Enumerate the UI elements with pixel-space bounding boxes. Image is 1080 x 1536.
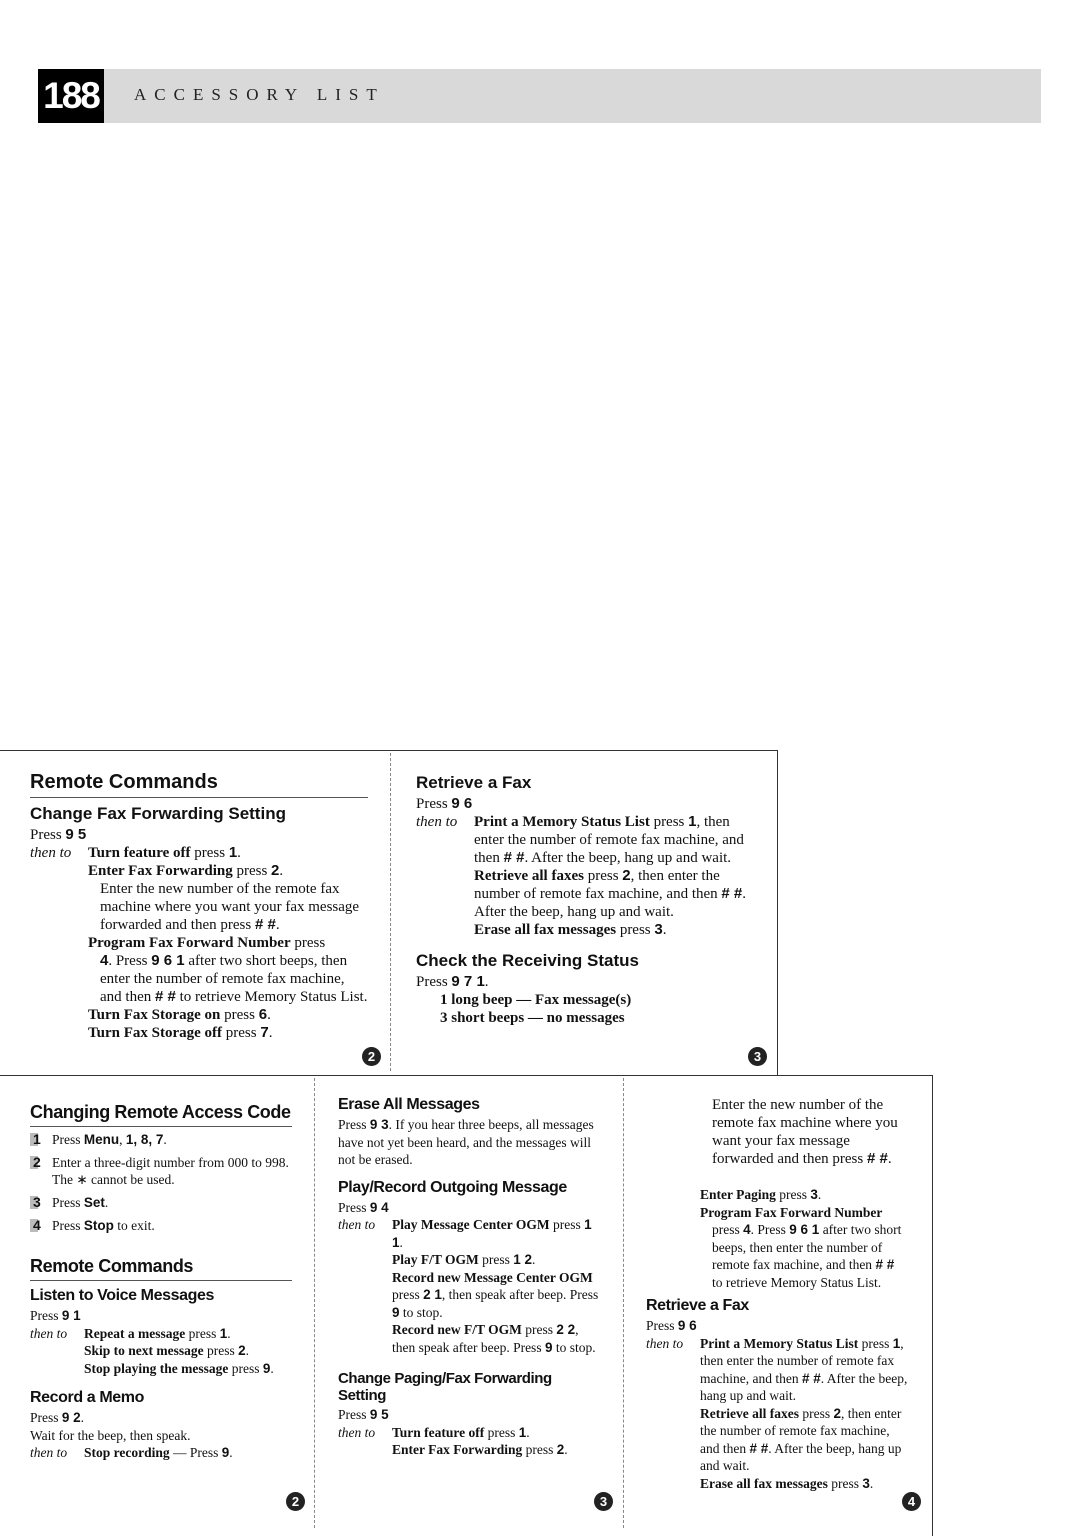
instruction-item: Print a Memory Status List press 1, then… [474, 813, 744, 866]
instruction-item: Turn Fax Storage off press 7. [88, 1024, 273, 1041]
column-divider [390, 753, 391, 1071]
press-line: Press 9 5 [30, 826, 87, 843]
then-to-block: then to Print a Memory Status List press… [416, 813, 756, 939]
instruction-item: Skip to next message press 2. [84, 1343, 250, 1358]
then-to-block: then to Repeat a message press 1. Skip t… [30, 1325, 274, 1376]
instruction-item: Erase all fax messages press 3. [700, 1475, 874, 1491]
beep-status: 1 long beep — Fax message(s) [440, 992, 632, 1008]
instruction-item: Stop recording — Press 9. [84, 1445, 233, 1460]
instruction-note: press 4. Press 9 6 1 after two short bee… [712, 1222, 902, 1290]
step-item: 1 Press Menu, 1, 8, 7. [30, 1131, 292, 1148]
then-to-block: then to Turn feature off press 1. Enter … [30, 844, 368, 1041]
bottom-col-2: Erase All Messages Press 9 3. If you hea… [338, 1096, 603, 1459]
then-to-block: then to Turn feature off press 1. Enter … [338, 1424, 568, 1458]
press-line: Press 9 7 1. [416, 973, 489, 990]
instruction-note: Enter the new number of the remote fax m… [712, 1097, 898, 1167]
step-item: 4 Press Stop to exit. [30, 1217, 292, 1234]
memo-note: Wait for the beep, then speak. [30, 1427, 191, 1443]
instruction-item: Enter Fax Forwarding press 2. [392, 1442, 568, 1457]
header-title: ACCESSORY LIST [134, 85, 385, 104]
instruction-item: Turn Fax Storage on press 6. [88, 1006, 271, 1023]
instruction-item: Enter Fax Forwarding press 2. [88, 862, 284, 879]
instruction-item: Enter Paging press 3. [700, 1187, 822, 1202]
instruction-item: Play Message Center OGM press 1 1. [392, 1217, 592, 1250]
then-to-block: then to Play Message Center OGM press 1 … [338, 1216, 603, 1356]
press-line: Press 9 6 [416, 795, 473, 812]
press-line: Press 9 5 [338, 1407, 389, 1422]
press-line: Press 9 2. [30, 1410, 85, 1425]
press-line: Press 9 1 [30, 1308, 81, 1323]
instruction-note: 4. Press 9 6 1 after two short beeps, th… [100, 952, 368, 1005]
instruction-item: Program Fax Forward Number [700, 1204, 883, 1220]
subsection-title: Listen to Voice Messages [30, 1287, 214, 1304]
instruction-item: Retrieve all faxes press 2, then enter t… [474, 867, 747, 920]
erase-note: Press 9 3. If you hear three beeps, all … [338, 1117, 594, 1167]
subsection-title: Erase All Messages [338, 1096, 480, 1113]
subsection-title: Retrieve a Fax [646, 1297, 749, 1314]
section-title: Remote Commands [30, 771, 368, 798]
instruction-item: Retrieve all faxes press 2, then enter t… [700, 1405, 902, 1474]
step-badge: 2 [286, 1492, 305, 1511]
subsection-title: Retrieve a Fax [416, 773, 532, 792]
subsection-title: Change Fax Forwarding Setting [30, 804, 286, 823]
step-badge: 2 [362, 1047, 381, 1066]
instruction-item: Program Fax Forward Number press [88, 935, 326, 951]
section-title: Remote Commands [30, 1256, 292, 1281]
top-col-2: Retrieve a Fax Press 9 6 then to Print a… [416, 769, 756, 1027]
instruction-item: Record new Message Center OGM press 2 1,… [392, 1269, 599, 1320]
instruction-item: Repeat a message press 1. [84, 1325, 231, 1341]
instruction-item: Stop playing the message press 9. [84, 1360, 274, 1376]
beep-status: 3 short beeps — no messages [440, 1010, 625, 1026]
subsection-title: Record a Memo [30, 1389, 144, 1406]
paging-block: Enter Paging press 3. Program Fax Forwar… [646, 1186, 908, 1291]
then-to-block: then to Print a Memory Status List press… [646, 1335, 908, 1491]
section-title: Changing Remote Access Code [30, 1102, 292, 1127]
instruction-note: Enter the new number of the remote fax m… [100, 881, 360, 933]
instruction-item: Turn feature off press 1. [88, 844, 241, 861]
instruction-item: Print a Memory Status List press 1, then… [700, 1335, 908, 1404]
instruction-item: Turn feature off press 1. [392, 1424, 530, 1440]
bottom-col-3: Enter the new number of the remote fax m… [646, 1096, 908, 1492]
press-line: Press 9 4 [338, 1199, 389, 1215]
then-to-block: then to Stop recording — Press 9. [30, 1445, 233, 1460]
page-number: 188 [38, 69, 104, 123]
remote-commands-card-bottom: Changing Remote Access Code 1 Press Menu,… [0, 1075, 933, 1536]
column-divider [314, 1078, 315, 1528]
subsection-title: Change Paging/Fax Forwarding Setting [338, 1370, 552, 1404]
bottom-col-1: Changing Remote Access Code 1 Press Menu,… [30, 1096, 292, 1462]
subsection-title: Play/Record Outgoing Message [338, 1178, 567, 1196]
page-header: 188 ACCESSORY LIST [38, 69, 1041, 123]
instruction-item: Play F/T OGM press 1 2. [392, 1252, 536, 1267]
top-col-1: Remote Commands Change Fax Forwarding Se… [30, 771, 368, 1042]
press-line: Press 9 6 [646, 1318, 697, 1333]
column-divider [623, 1078, 624, 1528]
subsection-title: Check the Receiving Status [416, 951, 639, 970]
instruction-item: Record new F/T OGM press 2 2, then speak… [392, 1322, 596, 1355]
step-badge: 4 [902, 1492, 921, 1511]
step-item: 2 Enter a three-digit number from 000 to … [30, 1154, 292, 1188]
step-badge: 3 [594, 1492, 613, 1511]
step-badge: 3 [748, 1047, 767, 1066]
instruction-item: Erase all fax messages press 3. [474, 921, 667, 938]
step-item: 3 Press Set. [30, 1194, 292, 1211]
remote-commands-card-top: Remote Commands Change Fax Forwarding Se… [0, 750, 778, 1076]
